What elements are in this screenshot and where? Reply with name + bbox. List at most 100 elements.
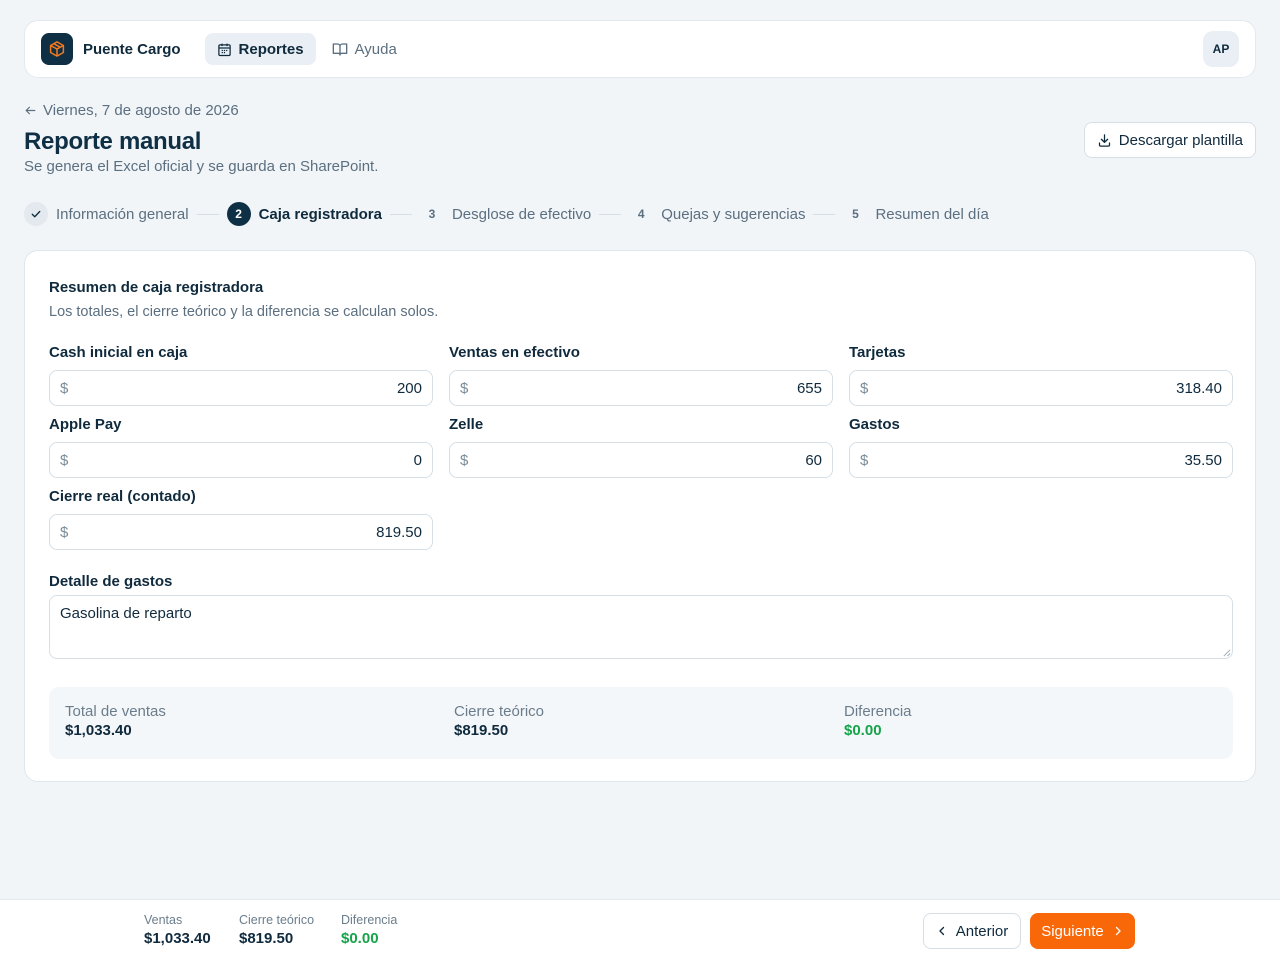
download-icon bbox=[1098, 133, 1110, 147]
field-zelle: Zelle $ bbox=[449, 416, 833, 478]
page-subtitle: Se genera el Excel oficial y se guarda e… bbox=[24, 158, 379, 175]
footer-stat-diferencia: Diferencia $0.00 bbox=[341, 913, 397, 947]
step-separator bbox=[599, 213, 622, 215]
download-template-button[interactable]: Descargar plantilla bbox=[1083, 122, 1256, 158]
apple-pay-input[interactable] bbox=[68, 451, 422, 469]
top-navigation: Puente Cargo Reportes Ayuda AP bbox=[24, 20, 1256, 78]
currency-symbol: $ bbox=[60, 523, 69, 541]
box-icon bbox=[41, 33, 73, 65]
total-value: $1,033.40 bbox=[65, 722, 132, 739]
expenses-detail-label: Detalle de gastos bbox=[49, 573, 173, 590]
next-button-label: Siguiente bbox=[1041, 922, 1104, 940]
currency-symbol: $ bbox=[860, 451, 869, 469]
zelle-input[interactable] bbox=[468, 451, 822, 469]
step-circle bbox=[24, 202, 48, 226]
footer-stat-label: Diferencia bbox=[341, 913, 398, 927]
step-label: Quejas y sugerencias bbox=[661, 205, 806, 223]
back-link-label: Viernes, 7 de agosto de 2026 bbox=[43, 102, 239, 119]
cash-inicial-input[interactable] bbox=[68, 379, 422, 397]
arrow-left-icon bbox=[25, 106, 36, 115]
cash-register-card: Resumen de caja registradora Los totales… bbox=[24, 250, 1256, 782]
section-description: Los totales, el cierre teórico y la dife… bbox=[49, 304, 439, 320]
field-gastos: Gastos $ bbox=[849, 416, 1233, 478]
field-label: Tarjetas bbox=[849, 344, 906, 361]
book-icon bbox=[332, 43, 347, 56]
step-label: Caja registradora bbox=[258, 205, 382, 223]
field-label: Cierre real (contado) bbox=[49, 488, 196, 505]
brand[interactable]: Puente Cargo bbox=[41, 33, 181, 65]
ventas-efectivo-input-wrapper: $ bbox=[449, 370, 833, 406]
gastos-input[interactable] bbox=[868, 451, 1222, 469]
total-label: Cierre teórico bbox=[454, 703, 545, 720]
step-separator bbox=[196, 213, 219, 215]
total-label: Diferencia bbox=[844, 703, 912, 720]
apple-pay-input-wrapper: $ bbox=[49, 442, 433, 478]
cash-inicial-input-wrapper: $ bbox=[49, 370, 433, 406]
tarjetas-input[interactable] bbox=[868, 379, 1222, 397]
step-circle: 4 bbox=[637, 207, 645, 221]
theoretical-close: Cierre teórico $819.50 bbox=[454, 703, 544, 739]
field-apple-pay: Apple Pay $ bbox=[49, 416, 433, 478]
field-cash-inicial: Cash inicial en caja $ bbox=[49, 344, 433, 406]
nav-item-reportes[interactable]: Reportes bbox=[204, 33, 316, 65]
step-label: Información general bbox=[56, 205, 189, 223]
footer-stat-ventas: Ventas $1,033.40 bbox=[144, 913, 211, 947]
cierre-real-input-wrapper: $ bbox=[49, 514, 433, 550]
section-title: Resumen de caja registradora bbox=[49, 279, 264, 296]
currency-symbol: $ bbox=[460, 451, 469, 469]
total-value: $0.00 bbox=[844, 722, 882, 739]
field-label: Zelle bbox=[449, 416, 484, 433]
download-template-label: Descargar plantilla bbox=[1118, 131, 1243, 149]
totals-summary: Total de ventas $1,033.40 Cierre teórico… bbox=[49, 687, 1233, 759]
difference: Diferencia $0.00 bbox=[844, 703, 912, 739]
currency-symbol: $ bbox=[860, 379, 869, 397]
field-label: Apple Pay bbox=[49, 416, 122, 433]
field-tarjetas: Tarjetas $ bbox=[849, 344, 1233, 406]
cierre-real-input[interactable] bbox=[68, 523, 422, 541]
step-circle: 3 bbox=[428, 207, 436, 221]
previous-button[interactable]: Anterior bbox=[923, 913, 1021, 949]
field-label: Gastos bbox=[849, 416, 900, 433]
bottom-bar: Ventas $1,033.40 Cierre teórico $819.50 … bbox=[0, 899, 1280, 960]
previous-button-label: Anterior bbox=[955, 922, 1009, 940]
chevron-left-icon bbox=[939, 926, 944, 936]
gastos-input-wrapper: $ bbox=[849, 442, 1233, 478]
ventas-efectivo-input[interactable] bbox=[468, 379, 822, 397]
footer-stat-label: Ventas bbox=[144, 913, 183, 927]
step-desglose-de-efectivo[interactable]: 3 Desglose de efectivo bbox=[420, 202, 592, 226]
step-separator bbox=[389, 213, 412, 215]
footer-stat-label: Cierre teórico bbox=[239, 913, 315, 927]
total-label: Total de ventas bbox=[65, 703, 166, 720]
field-ventas-efectivo: Ventas en efectivo $ bbox=[449, 344, 833, 406]
currency-symbol: $ bbox=[60, 379, 69, 397]
stepper: Información general 2 Caja registradora … bbox=[24, 201, 989, 227]
next-button[interactable]: Siguiente bbox=[1030, 913, 1135, 949]
avatar[interactable]: AP bbox=[1203, 31, 1239, 67]
total-value: $819.50 bbox=[454, 722, 509, 739]
resize-handle-icon[interactable] bbox=[1222, 648, 1231, 657]
step-circle: 2 bbox=[226, 202, 251, 226]
brand-name: Puente Cargo bbox=[83, 40, 181, 58]
total-sales: Total de ventas $1,033.40 bbox=[65, 703, 166, 739]
step-resumen-del-dia[interactable]: 5 Resumen del día bbox=[843, 202, 989, 226]
expenses-detail-textarea[interactable]: Gasolina de reparto bbox=[49, 595, 1233, 659]
currency-symbol: $ bbox=[60, 451, 69, 469]
nav-item-ayuda[interactable]: Ayuda bbox=[320, 33, 409, 65]
currency-symbol: $ bbox=[460, 379, 469, 397]
step-circle: 5 bbox=[852, 207, 859, 221]
field-label: Cash inicial en caja bbox=[49, 344, 188, 361]
check-icon bbox=[31, 210, 41, 218]
zelle-input-wrapper: $ bbox=[449, 442, 833, 478]
tarjetas-input-wrapper: $ bbox=[849, 370, 1233, 406]
step-informacion-general[interactable]: Información general bbox=[24, 202, 189, 226]
page-title: Reporte manual bbox=[24, 128, 202, 155]
step-caja-registradora[interactable]: 2 Caja registradora bbox=[226, 202, 382, 226]
footer-stat-value: $0.00 bbox=[341, 930, 379, 947]
step-separator bbox=[813, 213, 836, 215]
step-quejas-y-sugerencias[interactable]: 4 Quejas y sugerencias bbox=[629, 202, 806, 226]
nav-item-label: Reportes bbox=[238, 40, 304, 58]
footer-stat-value: $819.50 bbox=[239, 930, 294, 947]
back-link[interactable]: Viernes, 7 de agosto de 2026 bbox=[24, 102, 239, 119]
step-label: Desglose de efectivo bbox=[451, 205, 592, 223]
field-cierre-real: Cierre real (contado) $ bbox=[49, 488, 433, 550]
